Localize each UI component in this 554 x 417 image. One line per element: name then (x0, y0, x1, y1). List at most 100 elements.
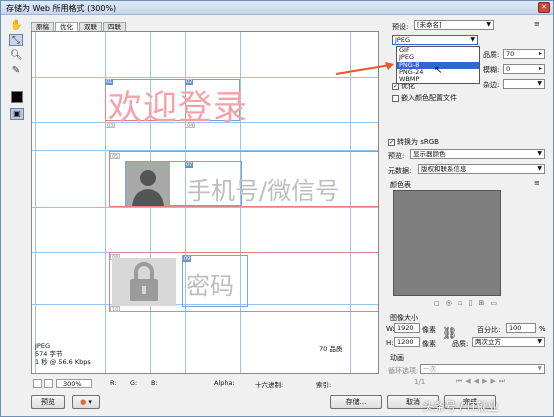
blur-value: 0 (506, 65, 511, 73)
slice-number-badge: 07 (185, 162, 194, 168)
guide-line (32, 207, 378, 208)
format-select[interactable]: JPEG ▼ (392, 35, 478, 45)
tab-2up[interactable]: 双联 (79, 22, 102, 31)
percent-input[interactable]: 100 (506, 323, 536, 333)
chevron-right-icon: ▸ (538, 65, 542, 72)
slice-select-tool-icon[interactable]: ⤡ (9, 34, 23, 46)
r-label: R: (110, 379, 117, 387)
width-input[interactable]: 1920 (394, 323, 420, 333)
browser-icon: ● (80, 398, 87, 406)
quality-label: 品质: (483, 51, 500, 59)
eyedropper-tool-icon[interactable]: ✎ (9, 64, 23, 76)
guide-line (32, 77, 378, 78)
preview-value: 显示器颜色 (413, 150, 446, 158)
status-bar: 300% R: G: B: Alpha: 十六进制: 索引: (31, 377, 379, 389)
panel-menu-icon[interactable]: ≡ (534, 20, 540, 28)
blur-input[interactable]: 0 ▸ (503, 64, 545, 74)
save-for-web-dialog: 存储为 Web 所用格式 (300%) ✕ ✋ ⤡ 🔍︎ ✎ ▣ 原稿 优化 双联四… (0, 0, 554, 417)
resample-quality-value: 两次立方 (475, 338, 501, 346)
save-button[interactable]: 存储... (330, 395, 382, 409)
slice-visibility-toggle-icon[interactable]: ▣ (10, 108, 24, 120)
matte-label: 杂边: (483, 81, 500, 89)
index-label: 索引: (316, 381, 332, 389)
width-value: 1920 (397, 324, 414, 332)
chevron-down-icon: ▼ (537, 165, 542, 172)
loop-value: 一次 (423, 365, 436, 373)
user-avatar-icon (126, 162, 170, 206)
convert-srgb-row[interactable]: ✓ 转换为 sRGB (388, 137, 439, 147)
preview-select[interactable]: 显示器颜色 ▼ (410, 149, 545, 159)
convert-srgb-checkbox[interactable]: ✓ (388, 138, 395, 146)
g-label: G: (130, 379, 138, 387)
embed-profile-row[interactable]: 嵌入颜色配置文件 (392, 93, 457, 103)
animation-label: 动画 (390, 354, 404, 362)
window-title: 存储为 Web 所用格式 (300%) (6, 4, 117, 13)
tool-panel: ✋ ⤡ 🔍︎ ✎ ▣ (3, 17, 29, 120)
preset-select[interactable]: [未命名] ▼ (414, 20, 494, 30)
zoom-in-button[interactable] (44, 379, 53, 388)
embed-profile-checkbox[interactable] (392, 94, 399, 102)
close-icon[interactable]: ✕ (538, 2, 550, 13)
chevron-down-icon: ▼ (537, 150, 542, 157)
watermark-text: 头条号 / IT就业 (423, 400, 499, 413)
height-value: 1200 (397, 338, 414, 346)
padlock-icon (112, 258, 176, 306)
preview-label: 预览: (388, 152, 405, 160)
height-input[interactable]: 1200 (394, 337, 420, 347)
slice-number-badge: 10 (110, 306, 121, 313)
hand-tool-icon[interactable]: ✋ (9, 19, 23, 31)
zoom-out-button[interactable] (33, 379, 42, 388)
loop-select[interactable]: 一次 ▼ (420, 364, 545, 374)
color-table[interactable] (393, 190, 501, 296)
color-table-toolbar[interactable]: ◻◎▫▯⊞▭ (434, 299, 503, 307)
matte-select[interactable]: ▼ (503, 79, 545, 89)
frame-counter: 1/1 (414, 378, 426, 386)
width-unit: 像素 (422, 326, 436, 334)
user-silhouette-icon (126, 162, 170, 206)
color-table-menu-icon[interactable]: ≡ (534, 179, 540, 187)
color-table-label: 颜色表 (390, 181, 411, 189)
embed-profile-label: 嵌入颜色配置文件 (401, 94, 457, 102)
slice-number-badge: 05 (110, 153, 121, 160)
preset-label: 预设: (392, 23, 409, 31)
resample-quality-label: 品质: (452, 340, 469, 348)
height-label: H: (386, 339, 394, 347)
zoom-tool-icon[interactable]: 🔍︎ (9, 49, 23, 61)
metadata-value: 版权和联系信息 (421, 165, 467, 173)
chevron-down-icon: ▼ (537, 365, 542, 372)
phone-placeholder-text: 手机号/微信号 (187, 177, 340, 205)
format-option-wbmp[interactable]: WBMP (397, 75, 479, 83)
quality-input[interactable]: 70 ▸ (503, 49, 545, 59)
percent-label: 百分比: (477, 326, 501, 334)
percent-value: 100 (509, 324, 522, 332)
title-bar: 存储为 Web 所用格式 (300%) ✕ (1, 1, 553, 15)
percent-unit: % (539, 325, 546, 333)
tab-original[interactable]: 原稿 (31, 22, 54, 31)
link-chain-icon[interactable]: ⛓ (442, 326, 457, 340)
eyedropper-color-swatch[interactable] (11, 91, 23, 103)
slice-number-badge: 09 (183, 256, 192, 262)
zoom-level-select[interactable]: 300% (56, 379, 92, 388)
guide-line (35, 32, 36, 373)
image-size-label: 图像大小 (390, 314, 418, 322)
metadata-select[interactable]: 版权和联系信息 ▼ (418, 164, 545, 174)
file-size-text: 574 字节 (35, 350, 63, 358)
browser-preview-button[interactable]: ● ▾ (72, 395, 100, 409)
quality-info-text: 70 品质 (319, 345, 343, 353)
mouse-cursor-icon: ↖ (434, 65, 443, 76)
tab-optimized[interactable]: 优化 (55, 22, 78, 31)
preset-value: [未命名] (417, 21, 442, 29)
resample-quality-select[interactable]: 两次立方 ▼ (472, 337, 545, 347)
preview-button[interactable]: 预览 (31, 395, 65, 409)
loop-label: 循环选项: (388, 367, 419, 375)
alpha-label: Alpha: (214, 379, 235, 387)
chevron-down-icon: ▼ (537, 338, 542, 345)
view-tabs: 原稿 优化 双联 四联 (31, 22, 127, 31)
tab-4up[interactable]: 四联 (103, 22, 126, 31)
welcome-heading: 欢迎登录 (108, 88, 248, 128)
download-time-text: 1 秒 @ 56.6 Kbps (35, 358, 91, 366)
animation-controls[interactable]: ⏮◀◀▶▶⏭ (456, 377, 508, 386)
convert-srgb-label: 转换为 sRGB (397, 138, 439, 146)
preview-canvas[interactable]: 01 02 03 04 05 06 07 08 09 10 欢迎登录 手机号/微… (31, 31, 379, 374)
metadata-label: 元数据: (388, 167, 412, 175)
